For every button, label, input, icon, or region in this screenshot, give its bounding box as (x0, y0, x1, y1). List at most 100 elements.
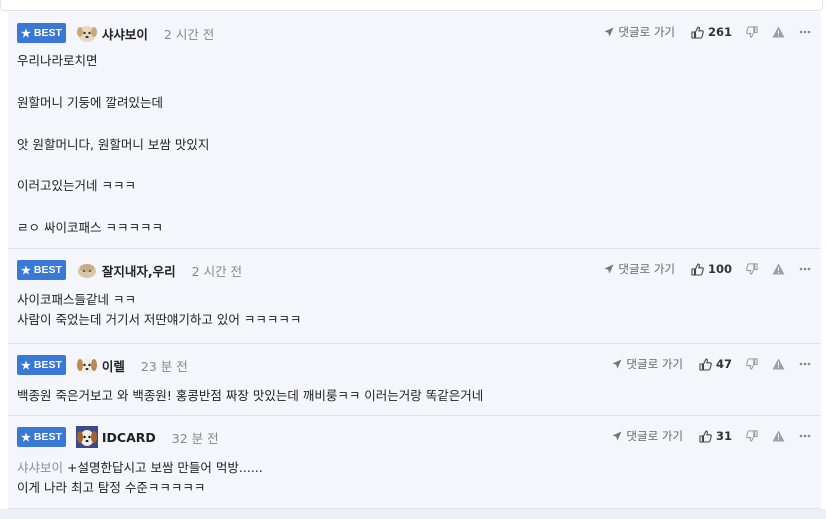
more-options-button[interactable] (799, 30, 811, 34)
author-nickname[interactable]: 잘지내자,우리 (102, 261, 176, 280)
like-count: 100 (707, 262, 732, 276)
send-icon (612, 359, 622, 369)
star-icon: ★ (21, 264, 31, 277)
comment-time: 2 시간 전 (163, 26, 215, 42)
go-to-reply-label: 댓글로 가기 (626, 429, 683, 443)
dog-avatar-icon (76, 26, 97, 42)
best-badge: ★ BEST (17, 427, 66, 447)
author-nickname[interactable]: 이렐 (102, 356, 125, 375)
more-icon (799, 434, 811, 438)
go-to-reply-link[interactable]: 댓글로 가기 (612, 356, 683, 372)
avatar[interactable] (76, 354, 98, 376)
warning-icon (772, 430, 785, 442)
like-count: 31 (715, 429, 732, 443)
bottom-edge (0, 509, 826, 519)
comment-actions: 댓글로 가기 31 (612, 426, 811, 446)
best-comment-list: ★ BEST 샤샤보이 2 시간 전 댓글로 가기 261 우리나라로치면 원할… (8, 12, 821, 509)
more-options-button[interactable] (799, 434, 811, 438)
thumbs-up-icon (699, 429, 712, 443)
comment-line: 이게 나라 최고 탐정 수준ㅋㅋㅋㅋㅋ (17, 480, 206, 495)
right-edge (821, 12, 826, 507)
thumbs-down-icon (746, 26, 758, 38)
like-button[interactable]: 261 (691, 25, 732, 39)
comment-line (17, 114, 209, 135)
like-button[interactable]: 100 (691, 262, 732, 276)
warning-icon (772, 358, 785, 370)
send-icon (604, 264, 614, 274)
comment-line (17, 156, 209, 177)
thumbs-down-icon (746, 263, 758, 275)
send-icon (604, 27, 614, 37)
comment-body: 백종원 죽은거보고 와 백종원! 홍콩반점 짜장 맛있는데 깨비룽ㅋㅋ 이러는거… (17, 386, 483, 407)
like-count: 47 (715, 357, 732, 371)
author-nickname[interactable]: IDCARD (102, 430, 156, 445)
mentioned-user[interactable]: 샤샤보이 (17, 460, 63, 475)
author-nickname[interactable]: 샤샤보이 (102, 24, 148, 43)
dog-avatar-icon (77, 264, 96, 278)
comment-line: 백종원 죽은거보고 와 백종원! 홍콩반점 짜장 맛있는데 깨비룽ㅋㅋ 이러는거… (17, 388, 484, 403)
best-badge: ★ BEST (17, 260, 66, 280)
more-icon (799, 362, 811, 366)
comment-header: ★ BEST 잘지내자,우리 2 시간 전 (17, 259, 242, 281)
comment-line: ㄹㅇ 싸이코패스 ㅋㅋㅋㅋㅋ (17, 220, 163, 236)
comment-section: ★ BEST 샤샤보이 2 시간 전 댓글로 가기 261 우리나라로치면 원할… (0, 0, 826, 519)
go-to-reply-label: 댓글로 가기 (618, 25, 675, 39)
dog-avatar-icon (76, 358, 97, 374)
warning-icon (772, 26, 785, 38)
avatar[interactable] (76, 22, 98, 44)
go-to-reply-label: 댓글로 가기 (626, 357, 683, 371)
comment-actions: 댓글로 가기 47 (612, 354, 811, 374)
more-options-button[interactable] (799, 362, 811, 366)
comment-item: ★ BEST IDCARD 32 분 전 댓글로 가기 31 샤샤보이 +설명한… (8, 416, 821, 509)
star-icon: ★ (21, 27, 31, 40)
avatar[interactable] (75, 426, 98, 448)
comment-line: 앗 원할머니다, 원할머니 보쌈 맛있지 (17, 136, 210, 152)
comment-line: 사람이 죽었는데 거기서 저딴얘기하고 있어 ㅋㅋㅋㅋㅋ (17, 312, 302, 327)
send-icon (612, 431, 622, 441)
comment-time: 2 시간 전 (191, 263, 243, 279)
comment-header: ★ BEST 이렐 23 분 전 (17, 354, 188, 376)
avatar[interactable] (76, 259, 98, 281)
best-badge-label: BEST (33, 431, 62, 443)
go-to-reply-label: 댓글로 가기 (618, 262, 675, 276)
thumbs-down-icon (746, 430, 758, 442)
thumbs-up-icon (691, 25, 704, 39)
more-icon (799, 30, 811, 34)
star-icon: ★ (21, 359, 31, 372)
report-button[interactable] (772, 358, 785, 370)
comment-header: ★ BEST IDCARD 32 분 전 (17, 426, 219, 448)
more-options-button[interactable] (799, 267, 811, 271)
dislike-button[interactable] (746, 263, 758, 275)
star-icon: ★ (21, 431, 31, 444)
like-button[interactable]: 47 (699, 357, 732, 371)
best-badge-label: BEST (33, 27, 62, 39)
dislike-button[interactable] (746, 26, 758, 38)
thumbs-down-icon (746, 358, 758, 370)
like-button[interactable]: 31 (699, 429, 732, 443)
comment-time: 32 분 전 (171, 430, 219, 446)
comment-item: ★ BEST 샤샤보이 2 시간 전 댓글로 가기 261 우리나라로치면 원할… (8, 12, 821, 249)
comment-header: ★ BEST 샤샤보이 2 시간 전 (17, 22, 214, 44)
comment-line (17, 197, 209, 218)
go-to-reply-link[interactable]: 댓글로 가기 (612, 428, 683, 444)
comment-body: 우리나라로치면 원할머니 기둥에 깔려있는데 앗 원할머니다, 원할머니 보쌈 … (17, 51, 209, 239)
thumbs-up-icon (699, 357, 712, 371)
report-button[interactable] (772, 430, 785, 442)
comment-line: 원할머니 기둥에 깔려있는데 (17, 94, 163, 110)
comment-actions: 댓글로 가기 261 (604, 22, 811, 42)
report-button[interactable] (772, 263, 785, 275)
best-badge-label: BEST (33, 359, 62, 371)
report-button[interactable] (772, 26, 785, 38)
comment-body: 사이코패스들같네 ㅋㅋ 사람이 죽었는데 거기서 저딴얘기하고 있어 ㅋㅋㅋㅋㅋ (17, 290, 301, 330)
go-to-reply-link[interactable]: 댓글로 가기 (604, 24, 675, 40)
comment-line: 사이코패스들같네 ㅋㅋ (17, 292, 136, 307)
go-to-reply-link[interactable]: 댓글로 가기 (604, 261, 675, 277)
comment-item: ★ BEST 이렐 23 분 전 댓글로 가기 47 백종원 죽은거보고 와 백… (8, 344, 821, 416)
dislike-button[interactable] (746, 358, 758, 370)
comment-body: 샤샤보이 +설명한답시고 보쌈 만들어 먹방...... 이게 나라 최고 탐정… (17, 458, 263, 498)
dislike-button[interactable] (746, 430, 758, 442)
warning-icon (772, 263, 785, 275)
comment-actions: 댓글로 가기 100 (604, 259, 811, 279)
best-badge-label: BEST (33, 264, 62, 276)
comment-line (17, 72, 209, 93)
